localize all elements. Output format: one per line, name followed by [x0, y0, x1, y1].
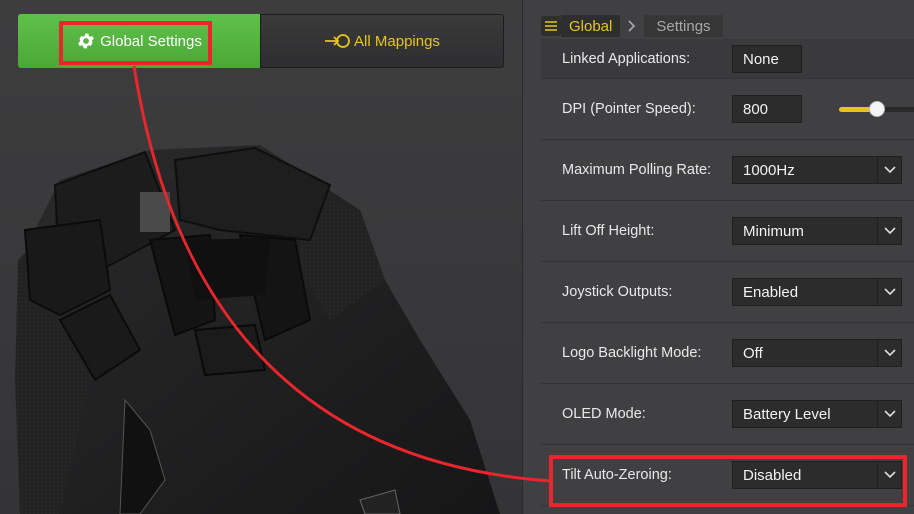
setting-label: DPI (Pointer Speed):: [562, 101, 696, 117]
chevron-down-icon[interactable]: [877, 340, 901, 366]
oled-mode-select[interactable]: Battery Level: [732, 400, 902, 428]
tilt-auto-zeroing-select[interactable]: Disabled: [732, 461, 902, 489]
setting-label: Linked Applications:: [562, 50, 691, 67]
joystick-outputs-select[interactable]: Enabled: [732, 278, 902, 306]
chevron-right-icon: [628, 20, 636, 32]
setting-label: Maximum Polling Rate:: [562, 162, 712, 178]
chevron-down-icon[interactable]: [877, 279, 901, 305]
setting-lift-off-height: Lift Off Height: Minimum: [541, 201, 914, 262]
setting-dpi: DPI (Pointer Speed): 800: [541, 79, 914, 140]
mouse-device-image: [15, 145, 500, 514]
device-preview-panel: Global Settings All Mappings: [0, 0, 522, 514]
lift-off-height-select[interactable]: Minimum: [732, 217, 902, 245]
breadcrumb-global[interactable]: Global: [561, 15, 621, 37]
dpi-slider[interactable]: [839, 101, 914, 117]
chevron-down-icon[interactable]: [877, 157, 901, 183]
setting-logo-backlight-mode: Logo Backlight Mode: Off: [541, 323, 914, 384]
linked-applications-value[interactable]: None: [732, 45, 802, 73]
setting-label: Tilt Auto-Zeroing:: [562, 467, 672, 483]
logo-backlight-mode-select[interactable]: Off: [732, 339, 902, 367]
slider-thumb[interactable]: [869, 101, 886, 117]
all-mappings-label: All Mappings: [354, 32, 440, 50]
chevron-down-icon[interactable]: [877, 401, 901, 427]
select-value: Off: [743, 344, 763, 362]
setting-linked-applications: Linked Applications: None: [541, 39, 914, 79]
polling-rate-select[interactable]: 1000Hz: [732, 156, 902, 184]
settings-list: Linked Applications: None DPI (Pointer S…: [541, 39, 914, 506]
setting-label: Lift Off Height:: [562, 223, 655, 239]
settings-panel: Global Settings Linked Applications: Non…: [522, 0, 914, 514]
dpi-input[interactable]: 800: [732, 95, 802, 123]
setting-oled-mode: OLED Mode: Battery Level: [541, 384, 914, 445]
select-value: 1000Hz: [743, 161, 795, 179]
chevron-down-icon[interactable]: [877, 218, 901, 244]
setting-polling-rate: Maximum Polling Rate: 1000Hz: [541, 140, 914, 201]
setting-label: Logo Backlight Mode:: [562, 345, 702, 361]
highlight-global-settings: [59, 21, 212, 65]
sign-in-icon: [324, 32, 350, 50]
dpi-value-text: 800: [743, 100, 769, 118]
chevron-down-icon[interactable]: [877, 462, 901, 488]
setting-label: OLED Mode:: [562, 406, 646, 422]
select-value: Battery Level: [743, 405, 831, 423]
setting-label: Joystick Outputs:: [562, 284, 673, 300]
setting-tilt-auto-zeroing: Tilt Auto-Zeroing: Disabled: [541, 445, 914, 506]
select-value: Minimum: [743, 222, 804, 240]
hamburger-icon[interactable]: [541, 16, 561, 36]
select-value: Disabled: [743, 466, 802, 484]
all-mappings-button[interactable]: All Mappings: [260, 14, 504, 68]
breadcrumb: Global Settings: [541, 14, 723, 38]
breadcrumb-settings: Settings: [644, 15, 723, 37]
select-value: Enabled: [743, 283, 799, 301]
linked-applications-text: None: [743, 50, 779, 68]
setting-joystick-outputs: Joystick Outputs: Enabled: [541, 262, 914, 323]
